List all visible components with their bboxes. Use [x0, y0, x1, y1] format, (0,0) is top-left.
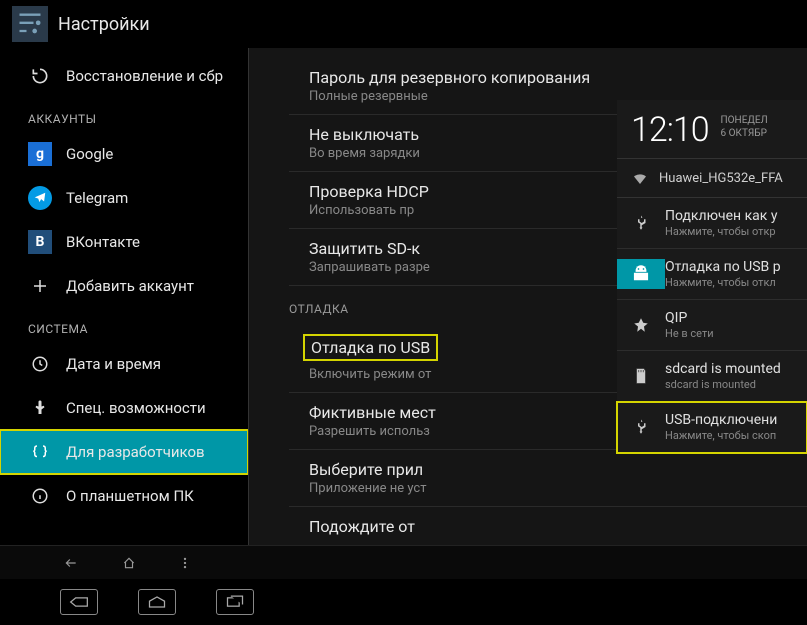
sidebar-label: Дата и время: [66, 355, 161, 373]
item-title: Пароль для резервного копирования: [309, 68, 795, 87]
item-title: Подождите от: [309, 517, 795, 536]
usb-icon: [617, 214, 665, 232]
sidebar-label: Восстановление и сбр: [66, 67, 223, 85]
sidebar-item-developer[interactable]: Для разработчиков: [0, 430, 248, 474]
notification-panel: 12:10 ПОНЕДЕЛ 6 ОКТЯБР Huawei_HG532e_FFA…: [617, 100, 807, 453]
item-select-app[interactable]: Выберите прил Приложение не уст: [289, 450, 807, 507]
sidebar-item-accessibility[interactable]: Спец. возможности: [0, 386, 248, 430]
nav-home-button[interactable]: [138, 589, 176, 615]
menu-icon[interactable]: [178, 556, 192, 570]
notif-usb-connection[interactable]: USB-подключени Нажмите, чтобы скоп: [617, 402, 807, 453]
braces-icon: [28, 440, 52, 464]
item-wait-debugger[interactable]: Подождите от: [289, 507, 807, 545]
item-sub: Приложение не уст: [309, 481, 795, 496]
clock-section[interactable]: 12:10 ПОНЕДЕЛ 6 ОКТЯБР: [617, 100, 807, 159]
notif-sub: Не в сети: [665, 327, 807, 340]
wifi-row[interactable]: Huawei_HG532e_FFA: [617, 159, 807, 198]
header: Настройки: [0, 0, 807, 48]
settings-icon: [12, 6, 48, 42]
sidebar-item-datetime[interactable]: Дата и время: [0, 342, 248, 386]
notif-title: sdcard is mounted: [665, 361, 807, 377]
sidebar-item-add-account[interactable]: Добавить аккаунт: [0, 264, 248, 308]
qip-icon: [617, 316, 665, 334]
system-navbar: [0, 579, 807, 625]
sidebar-label: Google: [66, 145, 113, 163]
notif-sub: Нажмите, чтобы скоп: [665, 429, 807, 442]
section-accounts: АККАУНТЫ: [0, 98, 248, 132]
clock-date: ПОНЕДЕЛ 6 ОКТЯБР: [721, 114, 768, 140]
sidebar-item-telegram[interactable]: Telegram: [0, 176, 248, 220]
back-icon[interactable]: [62, 556, 80, 570]
notif-usb-connected[interactable]: Подключен как у Нажмите, чтобы откр: [617, 198, 807, 249]
wifi-name: Huawei_HG532e_FFA: [659, 171, 783, 186]
hand-icon: [28, 396, 52, 420]
wifi-icon: [631, 169, 649, 187]
sidebar-item-vk[interactable]: B ВКонтакте: [0, 220, 248, 264]
sidebar-item-about[interactable]: О планшетном ПК: [0, 474, 248, 518]
plus-icon: [28, 274, 52, 298]
notif-title: QIP: [665, 310, 807, 326]
sidebar: Восстановление и сбр АККАУНТЫ g Google T…: [0, 48, 248, 545]
sidebar-label: Спец. возможности: [66, 399, 206, 417]
notif-sub: Нажмите, чтобы откл: [665, 276, 807, 289]
sidebar-item-restore[interactable]: Восстановление и сбр: [0, 54, 248, 98]
notif-sdcard[interactable]: sdcard is mounted sdcard is mounted: [617, 351, 807, 402]
notif-sub: sdcard is mounted: [665, 378, 807, 391]
usb-icon: [617, 418, 665, 436]
system-navbar-secondary: [0, 545, 807, 579]
notif-title: Подключен как у: [665, 208, 807, 224]
home-icon[interactable]: [120, 556, 138, 570]
sidebar-label: О планшетном ПК: [66, 487, 194, 505]
notif-qip[interactable]: QIP Не в сети: [617, 300, 807, 351]
notif-sub: Нажмите, чтобы откр: [665, 225, 807, 238]
vk-icon: B: [28, 230, 52, 254]
sidebar-label: Добавить аккаунт: [66, 277, 194, 295]
sidebar-label: Telegram: [66, 189, 128, 207]
sdcard-icon: [617, 367, 665, 385]
page-title: Настройки: [58, 14, 150, 35]
sidebar-label: Для разработчиков: [66, 443, 205, 461]
notif-title: USB-подключени: [665, 412, 807, 428]
sidebar-label: ВКонтакте: [66, 233, 140, 251]
clock-icon: [28, 352, 52, 376]
sidebar-item-google[interactable]: g Google: [0, 132, 248, 176]
item-title: Отладка по USB: [303, 334, 438, 361]
nav-back-button[interactable]: [60, 589, 98, 615]
clock-time: 12:10: [631, 110, 709, 150]
restore-icon: [28, 64, 52, 88]
notif-title: Отладка по USB р: [665, 259, 807, 275]
telegram-icon: [28, 186, 52, 210]
item-title: Выберите прил: [309, 460, 795, 479]
google-icon: g: [28, 142, 52, 166]
section-system: СИСТЕМА: [0, 308, 248, 342]
nav-recents-button[interactable]: [216, 589, 254, 615]
android-icon: [617, 259, 665, 289]
info-icon: [28, 484, 52, 508]
notif-usb-debug[interactable]: Отладка по USB р Нажмите, чтобы откл: [617, 249, 807, 300]
